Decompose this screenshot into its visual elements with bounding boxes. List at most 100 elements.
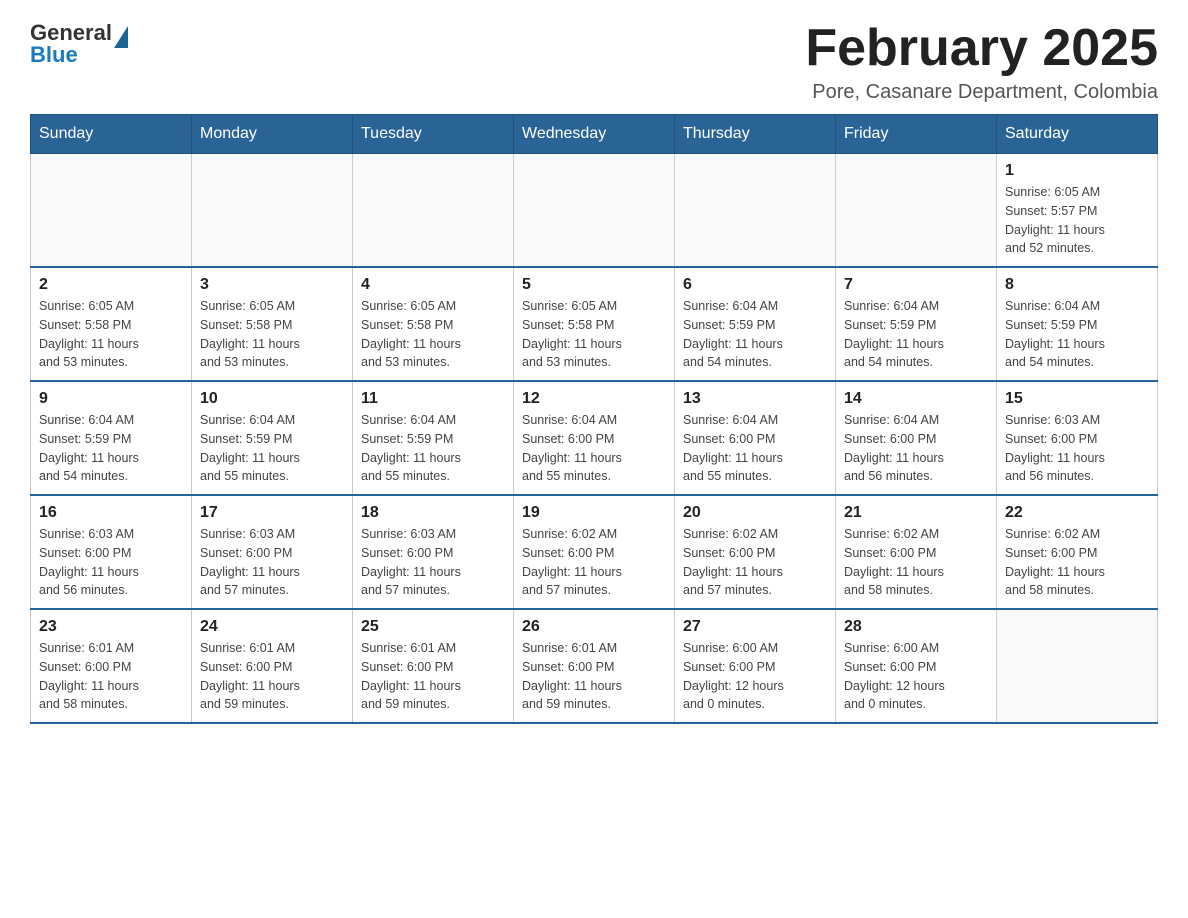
day-info: Sunrise: 6:03 AM Sunset: 6:00 PM Dayligh…	[39, 525, 183, 600]
day-info: Sunrise: 6:01 AM Sunset: 6:00 PM Dayligh…	[39, 639, 183, 714]
calendar-cell: 19Sunrise: 6:02 AM Sunset: 6:00 PM Dayli…	[514, 495, 675, 609]
calendar-cell: 24 Sunrise: 6:01 AM Sunset: 6:00 PM Dayli…	[192, 609, 353, 723]
calendar-cell: 18Sunrise: 6:03 AM Sunset: 6:00 PM Dayli…	[353, 495, 514, 609]
calendar-cell	[192, 154, 353, 268]
day-info: Sunrise: 6:01 AM Sunset: 6:00 PM Dayligh…	[361, 639, 505, 714]
day-number: 6	[683, 276, 827, 294]
calendar-cell: 11 Sunrise: 6:04 AM Sunset: 5:59 PM Dayli…	[353, 381, 514, 495]
day-number: 21	[844, 504, 988, 522]
day-info: Sunrise: 6:04 AM Sunset: 6:00 PM Dayligh…	[844, 411, 988, 486]
day-number: 10	[200, 390, 344, 408]
calendar-subtitle: Pore, Casanare Department, Colombia	[805, 81, 1158, 104]
calendar-cell: 28 Sunrise: 6:00 AM Sunset: 6:00 PM Dayli…	[836, 609, 997, 723]
day-number: 24	[200, 618, 344, 636]
day-info: Sunrise: 6:03 AM Sunset: 6:00 PM Dayligh…	[361, 525, 505, 600]
day-info: Sunrise: 6:04 AM Sunset: 6:00 PM Dayligh…	[522, 411, 666, 486]
day-number: 8	[1005, 276, 1149, 294]
calendar-cell	[31, 154, 192, 268]
title-section: February 2025 Pore, Casanare Department,…	[805, 20, 1158, 104]
calendar-cell: 23 Sunrise: 6:01 AM Sunset: 6:00 PM Dayli…	[31, 609, 192, 723]
day-number: 27	[683, 618, 827, 636]
day-info: Sunrise: 6:04 AM Sunset: 5:59 PM Dayligh…	[200, 411, 344, 486]
calendar-cell: 14 Sunrise: 6:04 AM Sunset: 6:00 PM Dayli…	[836, 381, 997, 495]
day-info: Sunrise: 6:04 AM Sunset: 5:59 PM Dayligh…	[844, 297, 988, 372]
calendar-week-5: 23 Sunrise: 6:01 AM Sunset: 6:00 PM Dayli…	[31, 609, 1158, 723]
calendar-week-4: 16 Sunrise: 6:03 AM Sunset: 6:00 PM Dayli…	[31, 495, 1158, 609]
calendar-cell: 15 Sunrise: 6:03 AM Sunset: 6:00 PM Dayli…	[997, 381, 1158, 495]
calendar-cell: 16 Sunrise: 6:03 AM Sunset: 6:00 PM Dayli…	[31, 495, 192, 609]
day-number: 16	[39, 504, 183, 522]
calendar-cell	[997, 609, 1158, 723]
day-info: Sunrise: 6:05 AM Sunset: 5:58 PM Dayligh…	[361, 297, 505, 372]
header-cell-tuesday: Tuesday	[353, 115, 514, 154]
day-info: Sunrise: 6:03 AM Sunset: 6:00 PM Dayligh…	[1005, 411, 1149, 486]
calendar-cell: 8 Sunrise: 6:04 AM Sunset: 5:59 PM Daylig…	[997, 267, 1158, 381]
day-number: 9	[39, 390, 183, 408]
calendar-cell	[836, 154, 997, 268]
calendar-table: SundayMondayTuesdayWednesdayThursdayFrid…	[30, 114, 1158, 724]
day-number: 26	[522, 618, 666, 636]
calendar-cell: 13Sunrise: 6:04 AM Sunset: 6:00 PM Dayli…	[675, 381, 836, 495]
day-info: Sunrise: 6:05 AM Sunset: 5:58 PM Dayligh…	[200, 297, 344, 372]
header-cell-friday: Friday	[836, 115, 997, 154]
day-info: Sunrise: 6:01 AM Sunset: 6:00 PM Dayligh…	[522, 639, 666, 714]
calendar-cell: 17 Sunrise: 6:03 AM Sunset: 6:00 PM Dayli…	[192, 495, 353, 609]
day-info: Sunrise: 6:02 AM Sunset: 6:00 PM Dayligh…	[1005, 525, 1149, 600]
day-info: Sunrise: 6:03 AM Sunset: 6:00 PM Dayligh…	[200, 525, 344, 600]
logo: General Blue	[30, 20, 128, 68]
calendar-cell: 9 Sunrise: 6:04 AM Sunset: 5:59 PM Daylig…	[31, 381, 192, 495]
calendar-cell: 3 Sunrise: 6:05 AM Sunset: 5:58 PM Daylig…	[192, 267, 353, 381]
day-info: Sunrise: 6:04 AM Sunset: 5:59 PM Dayligh…	[39, 411, 183, 486]
day-number: 23	[39, 618, 183, 636]
day-number: 28	[844, 618, 988, 636]
calendar-cell: 25 Sunrise: 6:01 AM Sunset: 6:00 PM Dayli…	[353, 609, 514, 723]
calendar-cell	[514, 154, 675, 268]
calendar-week-3: 9 Sunrise: 6:04 AM Sunset: 5:59 PM Daylig…	[31, 381, 1158, 495]
day-info: Sunrise: 6:02 AM Sunset: 6:00 PM Dayligh…	[844, 525, 988, 600]
calendar-cell: 21 Sunrise: 6:02 AM Sunset: 6:00 PM Dayli…	[836, 495, 997, 609]
calendar-cell: 6 Sunrise: 6:04 AM Sunset: 5:59 PM Daylig…	[675, 267, 836, 381]
header-row: SundayMondayTuesdayWednesdayThursdayFrid…	[31, 115, 1158, 154]
day-number: 17	[200, 504, 344, 522]
day-number: 12	[522, 390, 666, 408]
calendar-cell: 2 Sunrise: 6:05 AM Sunset: 5:58 PM Daylig…	[31, 267, 192, 381]
day-info: Sunrise: 6:01 AM Sunset: 6:00 PM Dayligh…	[200, 639, 344, 714]
day-number: 22	[1005, 504, 1149, 522]
logo-triangle-icon	[114, 26, 128, 48]
calendar-title: February 2025	[805, 20, 1158, 77]
header-cell-thursday: Thursday	[675, 115, 836, 154]
day-number: 7	[844, 276, 988, 294]
header-cell-monday: Monday	[192, 115, 353, 154]
calendar-week-2: 2 Sunrise: 6:05 AM Sunset: 5:58 PM Daylig…	[31, 267, 1158, 381]
calendar-cell: 26 Sunrise: 6:01 AM Sunset: 6:00 PM Dayli…	[514, 609, 675, 723]
calendar-cell: 4 Sunrise: 6:05 AM Sunset: 5:58 PM Daylig…	[353, 267, 514, 381]
day-info: Sunrise: 6:04 AM Sunset: 5:59 PM Dayligh…	[361, 411, 505, 486]
day-info: Sunrise: 6:05 AM Sunset: 5:58 PM Dayligh…	[39, 297, 183, 372]
calendar-cell: 7 Sunrise: 6:04 AM Sunset: 5:59 PM Daylig…	[836, 267, 997, 381]
calendar-week-1: 1Sunrise: 6:05 AM Sunset: 5:57 PM Daylig…	[31, 154, 1158, 268]
calendar-cell: 22 Sunrise: 6:02 AM Sunset: 6:00 PM Dayli…	[997, 495, 1158, 609]
calendar-cell	[353, 154, 514, 268]
day-number: 5	[522, 276, 666, 294]
day-number: 4	[361, 276, 505, 294]
page-header: General Blue February 2025 Pore, Casanar…	[30, 20, 1158, 104]
calendar-cell: 12 Sunrise: 6:04 AM Sunset: 6:00 PM Dayli…	[514, 381, 675, 495]
day-info: Sunrise: 6:00 AM Sunset: 6:00 PM Dayligh…	[844, 639, 988, 714]
day-info: Sunrise: 6:05 AM Sunset: 5:57 PM Dayligh…	[1005, 183, 1149, 258]
header-cell-wednesday: Wednesday	[514, 115, 675, 154]
header-cell-sunday: Sunday	[31, 115, 192, 154]
day-number: 2	[39, 276, 183, 294]
day-info: Sunrise: 6:02 AM Sunset: 6:00 PM Dayligh…	[683, 525, 827, 600]
day-number: 13	[683, 390, 827, 408]
day-number: 25	[361, 618, 505, 636]
day-number: 11	[361, 390, 505, 408]
day-number: 3	[200, 276, 344, 294]
day-number: 15	[1005, 390, 1149, 408]
day-number: 14	[844, 390, 988, 408]
calendar-cell: 20Sunrise: 6:02 AM Sunset: 6:00 PM Dayli…	[675, 495, 836, 609]
day-info: Sunrise: 6:00 AM Sunset: 6:00 PM Dayligh…	[683, 639, 827, 714]
day-info: Sunrise: 6:04 AM Sunset: 5:59 PM Dayligh…	[683, 297, 827, 372]
calendar-cell: 1Sunrise: 6:05 AM Sunset: 5:57 PM Daylig…	[997, 154, 1158, 268]
day-number: 19	[522, 504, 666, 522]
day-info: Sunrise: 6:04 AM Sunset: 5:59 PM Dayligh…	[1005, 297, 1149, 372]
